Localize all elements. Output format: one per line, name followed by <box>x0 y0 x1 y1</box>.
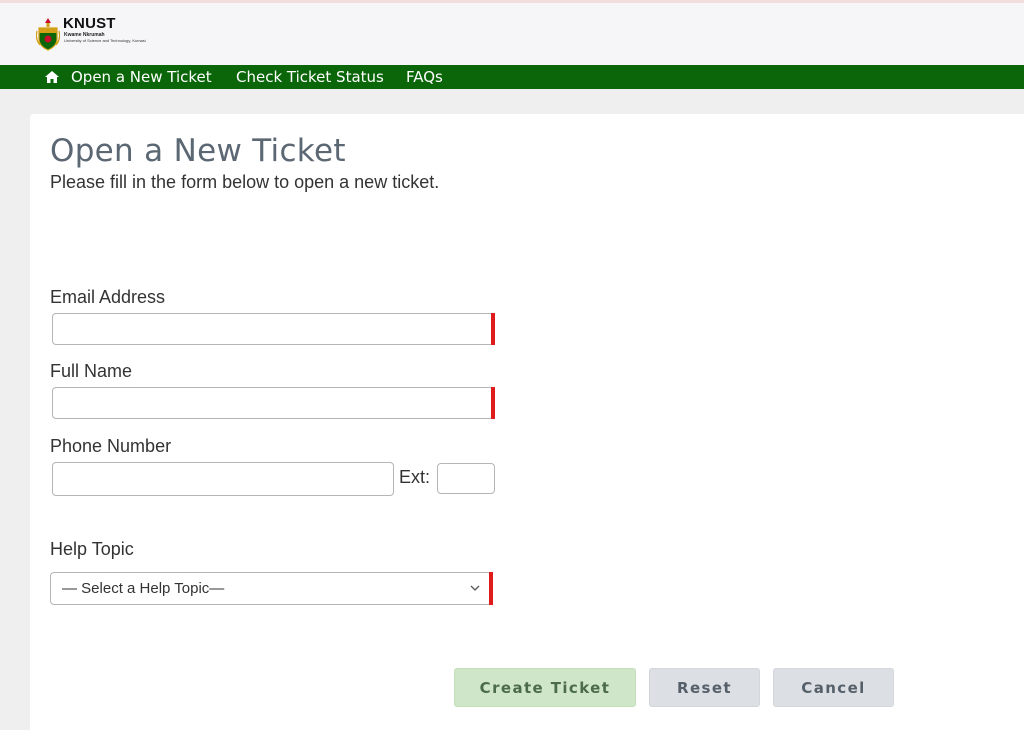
nav-faqs[interactable]: FAQs <box>406 68 443 86</box>
help-topic-selected-value: — Select a Help Topic— <box>62 580 225 597</box>
phone-label: Phone Number <box>50 436 172 456</box>
full-name-field[interactable] <box>52 387 494 419</box>
email-field[interactable] <box>52 313 494 345</box>
email-label: Email Address <box>50 287 166 307</box>
ext-label: Ext: <box>399 467 431 487</box>
help-topic-select[interactable]: — Select a Help Topic— <box>50 572 492 605</box>
help-topic-required-marker <box>489 572 493 605</box>
page-title: Open a New Ticket <box>50 133 346 169</box>
logo-name: KNUST <box>63 15 116 32</box>
nav-open-ticket[interactable]: Open a New Ticket <box>71 68 212 86</box>
page-subtitle: Please fill in the form below to open a … <box>50 172 440 192</box>
logo-line2: University of Science and Technology, Ku… <box>64 38 146 43</box>
nav-check-ticket-status[interactable]: Check Ticket Status <box>236 68 384 86</box>
create-ticket-button[interactable]: Create Ticket <box>454 668 636 707</box>
site-header: KNUST Kwame Nkrumah University of Scienc… <box>0 3 1024 65</box>
help-topic-label: Help Topic <box>50 539 134 559</box>
chevron-down-icon <box>470 585 480 591</box>
knust-crest-icon <box>36 18 60 51</box>
full-name-label: Full Name <box>50 361 133 381</box>
knust-logo[interactable]: KNUST Kwame Nkrumah University of Scienc… <box>36 15 146 55</box>
email-required-marker <box>491 313 495 345</box>
phone-field[interactable] <box>52 462 394 496</box>
home-icon[interactable] <box>44 69 60 85</box>
reset-button[interactable]: Reset <box>649 668 760 707</box>
main-nav-bar: Open a New Ticket Check Ticket Status FA… <box>0 65 1024 89</box>
cancel-button[interactable]: Cancel <box>773 668 894 707</box>
ext-field[interactable] <box>437 463 495 494</box>
form-card <box>30 114 1024 730</box>
full-name-required-marker <box>491 387 495 419</box>
